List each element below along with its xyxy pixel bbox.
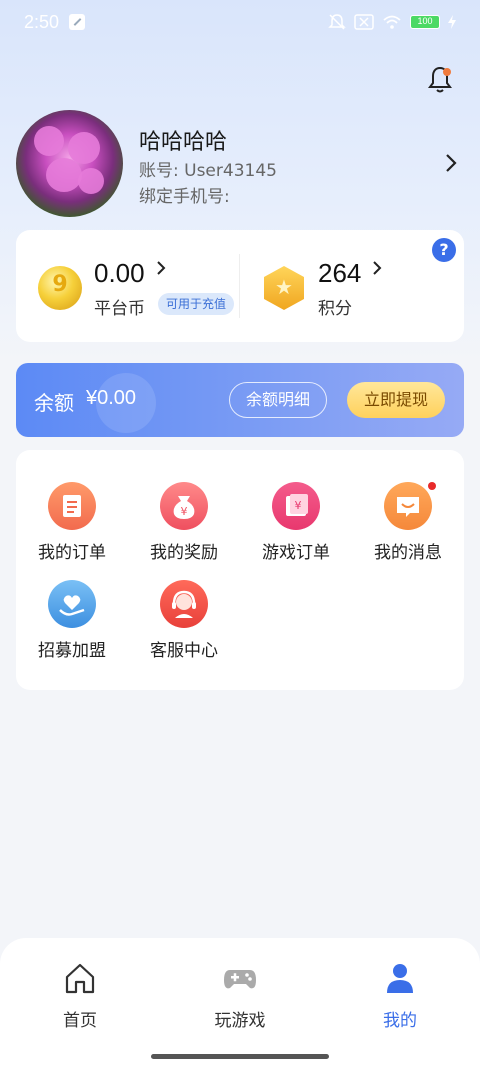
menu-label: 招募加盟 <box>38 641 106 661</box>
customer-service-icon <box>160 580 208 628</box>
tab-label: 我的 <box>383 1011 417 1031</box>
menu-label: 客服中心 <box>150 641 218 661</box>
chevron-right-icon[interactable] <box>444 152 458 174</box>
menu-label: 我的消息 <box>374 543 442 563</box>
profile-icon <box>387 964 413 993</box>
wifi-icon <box>383 15 401 29</box>
menu-card: 我的订单 ¥ 我的奖励 ¥ 游戏订单 我的消息 招募加盟 客服中心 <box>16 450 464 690</box>
coin-badge: 可用于充值 <box>158 293 235 315</box>
svg-text:¥: ¥ <box>181 505 188 518</box>
menu-label: 我的订单 <box>38 543 106 563</box>
recruit-heart-icon <box>48 580 96 628</box>
coin-chevron-icon[interactable] <box>156 260 166 276</box>
balance-value: ¥0.00 <box>86 387 137 409</box>
coin-label: 平台币 <box>94 299 145 319</box>
help-icon[interactable]: ? <box>432 238 456 262</box>
menu-label: 我的奖励 <box>150 543 218 563</box>
points-medal-icon <box>264 266 304 310</box>
balance-label: 余额 <box>34 391 74 415</box>
avatar[interactable] <box>16 110 123 217</box>
notification-bell-icon[interactable] <box>424 64 456 96</box>
status-time: 2:50 <box>24 11 60 32</box>
user-name: 哈哈哈哈 <box>139 130 228 155</box>
tab-label: 首页 <box>63 1011 97 1031</box>
charging-icon <box>448 15 456 29</box>
divider <box>239 254 240 318</box>
order-icon <box>48 482 96 530</box>
menu-item-game-orders[interactable]: ¥ 游戏订单 <box>240 482 352 572</box>
tab-mine[interactable]: 我的 <box>320 960 480 1040</box>
platform-coin-icon <box>38 266 82 310</box>
reward-bag-icon: ¥ <box>160 482 208 530</box>
points-label: 积分 <box>318 299 352 319</box>
balance-banner: 余额 ¥0.00 余额明细 立即提现 <box>16 363 464 437</box>
menu-item-my-orders[interactable]: 我的订单 <box>16 482 128 572</box>
balance-detail-button[interactable]: 余额明细 <box>229 382 327 418</box>
points-value[interactable]: 264 <box>318 258 361 289</box>
no-sim-icon <box>354 14 374 30</box>
bottom-tab-bar: 首页 玩游戏 我的 <box>0 938 480 1067</box>
home-icon <box>65 963 95 994</box>
unread-dot <box>428 482 436 490</box>
menu-item-customer-service[interactable]: 客服中心 <box>128 580 240 670</box>
battery-icon: 100 <box>410 15 440 29</box>
menu-item-my-messages[interactable]: 我的消息 <box>352 482 464 572</box>
menu-item-recruit[interactable]: 招募加盟 <box>16 580 128 670</box>
tab-play-games[interactable]: 玩游戏 <box>160 960 320 1040</box>
points-chevron-icon[interactable] <box>372 260 382 276</box>
tab-home[interactable]: 首页 <box>0 960 160 1040</box>
withdraw-button[interactable]: 立即提现 <box>347 382 445 418</box>
game-order-icon: ¥ <box>272 482 320 530</box>
message-icon <box>384 482 432 530</box>
home-indicator[interactable] <box>151 1054 329 1059</box>
notification-dot <box>443 68 451 76</box>
menu-item-my-rewards[interactable]: ¥ 我的奖励 <box>128 482 240 572</box>
tab-label: 玩游戏 <box>214 1011 266 1031</box>
menu-label: 游戏订单 <box>262 543 330 563</box>
status-bar: 2:50 100 <box>0 0 480 44</box>
user-account: 账号: User43145 <box>139 161 277 181</box>
wrench-icon <box>69 14 86 30</box>
status-icons: 100 <box>328 13 456 31</box>
bell-off-icon <box>328 14 346 30</box>
coin-value[interactable]: 0.00 <box>94 258 145 289</box>
gamepad-icon <box>224 970 256 989</box>
svg-text:¥: ¥ <box>295 499 302 512</box>
profile-section[interactable]: 哈哈哈哈 账号: User43145 绑定手机号: <box>16 110 464 220</box>
wallet-card: ? 0.00 平台币 可用于充值 264 积分 <box>16 230 464 342</box>
user-phone: 绑定手机号: <box>139 187 230 207</box>
